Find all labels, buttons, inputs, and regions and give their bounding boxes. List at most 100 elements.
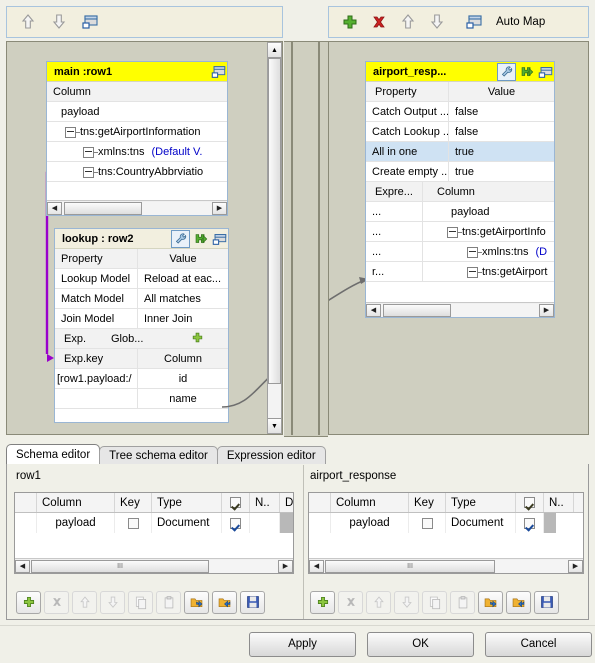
lookup-key-expression[interactable]: [row1.payload:/ <box>55 369 137 388</box>
checkbox-icon[interactable] <box>230 497 241 508</box>
schema-cell-key[interactable] <box>115 513 152 533</box>
auto-map-label[interactable]: Auto Map <box>496 16 545 28</box>
add-button[interactable] <box>16 590 41 614</box>
lookup-model-value[interactable]: Reload at eac... <box>137 269 228 288</box>
scroll-track[interactable]: III <box>324 559 568 573</box>
scroll-thumb[interactable] <box>383 303 451 317</box>
airport-response-title-bar[interactable]: airport_resp... <box>366 62 554 82</box>
table-row[interactable]: Catch Lookup ... false <box>366 122 554 142</box>
schema-col-type[interactable]: Type <box>152 493 222 512</box>
window-icon[interactable] <box>211 231 228 247</box>
add-green-icon[interactable] <box>167 329 228 348</box>
scroll-thumb[interactable]: III <box>31 559 209 573</box>
table-row[interactable]: payload <box>47 102 227 122</box>
lookup-row2-table[interactable]: lookup : row2 Property Value Lookup Mode… <box>54 228 229 423</box>
schema-cell-type[interactable]: Document <box>152 513 222 533</box>
table-row[interactable]: [row1.payload:/ id <box>55 369 228 389</box>
schema-cell-selected[interactable] <box>222 513 250 533</box>
move-down-icon[interactable] <box>50 13 68 31</box>
create-empty-value[interactable]: true <box>448 162 554 181</box>
scroll-down-icon[interactable]: ▼ <box>268 418 281 433</box>
checkbox-icon[interactable] <box>524 517 535 529</box>
table-row[interactable]: tns:getAirportInformation <box>47 122 227 142</box>
table-row[interactable]: name <box>55 389 228 409</box>
main-row1-hscrollbar[interactable]: ◀ ▶ <box>47 200 227 215</box>
window-icon[interactable] <box>537 64 554 80</box>
schema-col-extra[interactable] <box>574 493 583 512</box>
tab-tree-schema-editor[interactable]: Tree schema editor <box>99 446 218 465</box>
join-model-value[interactable]: Inner Join <box>137 309 228 328</box>
catch-output-value[interactable]: false <box>448 102 554 121</box>
scroll-thumb[interactable]: III <box>325 559 495 573</box>
window-icon[interactable] <box>210 64 227 80</box>
move-down-icon[interactable] <box>428 13 446 31</box>
lookup-glob-label[interactable]: Glob... <box>105 329 167 348</box>
schema-cell-key[interactable] <box>409 513 446 533</box>
lookup-key-column-name[interactable]: name <box>137 389 228 408</box>
wrench-icon[interactable] <box>497 62 516 81</box>
save-schema-button[interactable] <box>534 590 559 614</box>
schema-col-column[interactable]: Column <box>37 493 115 512</box>
schema-col-key[interactable]: Key <box>115 493 152 512</box>
left-canvas-vscrollbar[interactable]: ▲ ▼ <box>267 42 282 434</box>
scroll-left-icon[interactable]: ◀ <box>15 559 30 573</box>
response-expr-cell-r[interactable]: r... <box>366 262 422 281</box>
tab-expression-editor[interactable]: Expression editor <box>216 446 326 465</box>
import-schema-button[interactable] <box>184 590 209 614</box>
scroll-track[interactable] <box>381 303 539 317</box>
table-row[interactable]: xmlns:tns (Default V. <box>47 142 227 162</box>
add-icon[interactable] <box>341 13 359 31</box>
response-expr-cell[interactable]: ... <box>366 202 422 221</box>
schema-col-type[interactable]: Type <box>446 493 516 512</box>
export-schema-button[interactable] <box>212 590 237 614</box>
cancel-button[interactable]: Cancel <box>485 632 592 657</box>
select-all-checkbox[interactable] <box>222 493 250 512</box>
delete-icon[interactable] <box>370 13 388 31</box>
catch-lookup-value[interactable]: false <box>448 122 554 141</box>
table-row[interactable]: Lookup Model Reload at eac... <box>55 269 228 289</box>
ok-button[interactable]: OK <box>367 632 474 657</box>
schema-cell-type[interactable]: Document <box>446 513 516 533</box>
table-row[interactable]: All in one true <box>366 142 554 162</box>
tab-schema-editor[interactable]: Schema editor <box>6 444 101 465</box>
scroll-left-icon[interactable]: ◀ <box>47 201 62 215</box>
add-button[interactable] <box>310 590 335 614</box>
response-expr-cell[interactable]: ... <box>366 222 422 241</box>
table-row[interactable]: Match Model All matches <box>55 289 228 309</box>
table-row[interactable]: r... tns:getAirport <box>366 262 554 282</box>
apply-button[interactable]: Apply <box>249 632 356 657</box>
table-row[interactable]: Catch Output ... false <box>366 102 554 122</box>
airport-response-table[interactable]: airport_resp... Property Value Catch Out… <box>365 61 555 318</box>
lookup-key-expression-empty[interactable] <box>55 389 137 408</box>
scroll-right-icon[interactable]: ▶ <box>568 559 583 573</box>
table-row[interactable]: payload Document <box>15 513 293 533</box>
schema-cell-nullable[interactable] <box>250 513 280 533</box>
table-row[interactable]: ... tns:getAirportInfo <box>366 222 554 242</box>
checkbox-icon[interactable] <box>524 497 535 508</box>
expander-icon[interactable] <box>447 226 458 238</box>
schema-right-hscrollbar[interactable]: ◀ III ▶ <box>309 558 583 573</box>
table-row[interactable]: Join Model Inner Join <box>55 309 228 329</box>
scroll-left-icon[interactable]: ◀ <box>309 559 324 573</box>
add-green-icon[interactable] <box>192 231 209 247</box>
response-expr-cell[interactable]: ... <box>366 242 422 261</box>
scroll-right-icon[interactable]: ▶ <box>539 303 554 317</box>
scroll-track[interactable] <box>62 201 212 215</box>
airport-response-hscrollbar[interactable]: ◀ ▶ <box>366 302 554 317</box>
wrench-icon[interactable] <box>171 229 190 248</box>
checkbox-icon[interactable] <box>127 517 139 529</box>
schema-right-grid[interactable]: Column Key Type N.. payload Document ◀ I… <box>308 492 584 574</box>
schema-col-nullable[interactable]: N.. <box>544 493 574 512</box>
expander-icon[interactable] <box>65 126 76 138</box>
schema-left-hscrollbar[interactable]: ◀ III ▶ <box>15 558 293 573</box>
schema-cell-column[interactable]: payload <box>331 513 409 533</box>
expander-icon[interactable] <box>83 166 94 178</box>
match-model-value[interactable]: All matches <box>137 289 228 308</box>
schema-cell-default[interactable] <box>280 513 293 533</box>
scroll-left-icon[interactable]: ◀ <box>366 303 381 317</box>
table-row[interactable]: Create empty ... true <box>366 162 554 182</box>
table-row[interactable]: payload Document <box>309 513 583 533</box>
checkbox-icon[interactable] <box>421 517 433 529</box>
expander-icon[interactable] <box>83 146 94 158</box>
scroll-right-icon[interactable]: ▶ <box>278 559 293 573</box>
